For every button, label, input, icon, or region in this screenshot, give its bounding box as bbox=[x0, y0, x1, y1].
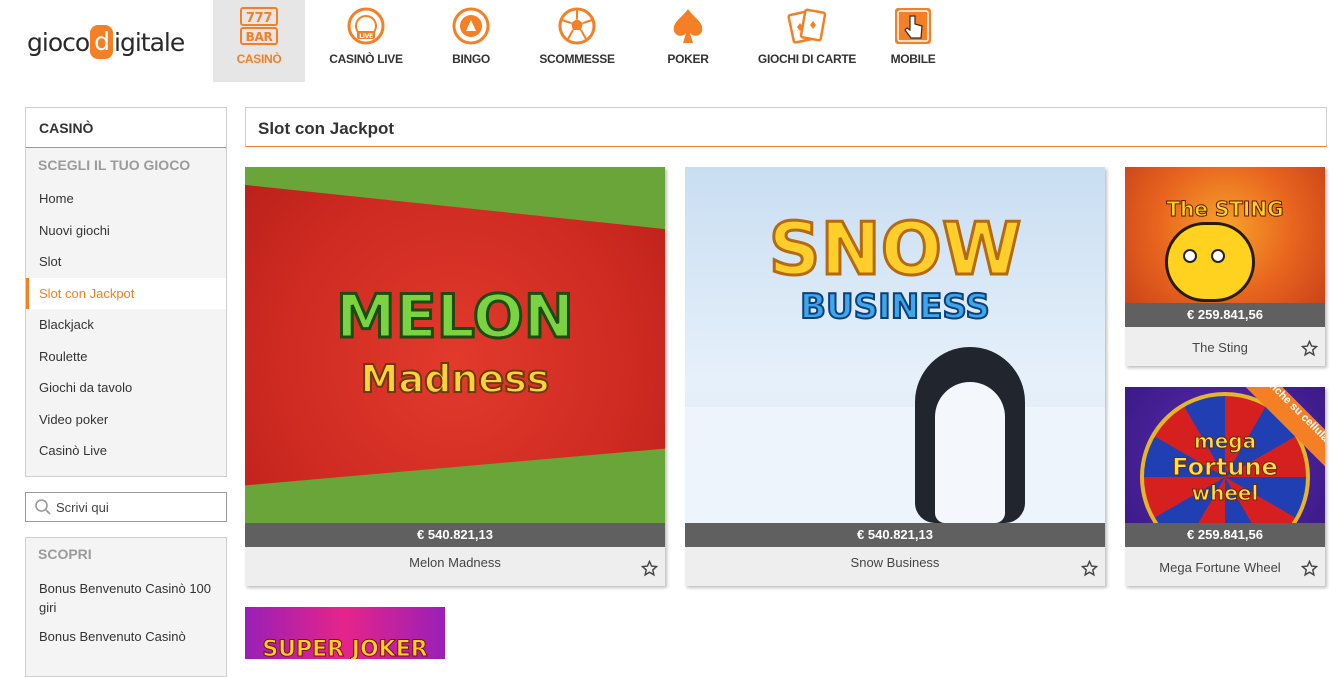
sidebar-item-roulette[interactable]: Roulette bbox=[26, 341, 226, 373]
nav-mobile[interactable]: MOBILE bbox=[877, 0, 949, 82]
game-name: The Sting bbox=[1192, 340, 1248, 355]
sidebar-item-slot-con-jackpot[interactable]: Slot con Jackpot bbox=[26, 277, 226, 309]
game-name: Mega Fortune Wheel bbox=[1159, 560, 1281, 575]
favorite-star-icon[interactable] bbox=[1300, 559, 1318, 577]
jackpot-value: € 259.841,56 bbox=[1125, 303, 1325, 327]
spade-icon bbox=[668, 6, 708, 46]
soccer-ball-icon bbox=[557, 6, 597, 46]
svg-text:LIVE: LIVE bbox=[359, 33, 373, 40]
sidebar-title: CASINÒ bbox=[26, 108, 226, 148]
jackpot-value: € 540.821,13 bbox=[245, 523, 665, 547]
live-chip-icon: LIVE bbox=[346, 6, 386, 46]
nav-bingo[interactable]: BINGO bbox=[427, 0, 515, 82]
sidebar-item-video-poker[interactable]: Video poker bbox=[26, 404, 226, 436]
game-name: Snow Business bbox=[850, 555, 940, 570]
game-art-melon-madness: MELON Madness bbox=[245, 167, 665, 523]
search-input[interactable] bbox=[56, 499, 216, 515]
snow-art-title: SNOW bbox=[767, 206, 1023, 293]
jackpot-value: € 259.841,56 bbox=[1125, 523, 1325, 547]
game-name: Melon Madness bbox=[409, 555, 501, 570]
slot-machine-icon: 777 BAR bbox=[239, 6, 279, 46]
svg-text:BAR: BAR bbox=[246, 30, 273, 44]
game-art-mega-fortune-wheel: mega Fortune wheel Anche su cellulare bbox=[1125, 387, 1325, 523]
sidebar-item-nuovi-giochi[interactable]: Nuovi giochi bbox=[26, 215, 226, 247]
nav-casino[interactable]: 777 BAR CASINÒ bbox=[213, 0, 305, 82]
search-icon bbox=[32, 496, 54, 518]
top-bar: gioco d igitale 777 BAR CASINÒ LIVE CASI… bbox=[0, 0, 1344, 82]
favorite-star-icon[interactable] bbox=[1300, 339, 1318, 357]
sidebar-item-slot[interactable]: Slot bbox=[26, 246, 226, 278]
game-tile-mega-fortune-wheel[interactable]: mega Fortune wheel Anche su cellulare € … bbox=[1125, 387, 1325, 586]
nav-scommesse[interactable]: SCOMMESSE bbox=[515, 0, 639, 82]
sidebar-item-casino-live[interactable]: Casinò Live bbox=[26, 435, 226, 467]
touch-icon bbox=[893, 6, 933, 46]
discover-item-bonus-100-giri[interactable]: Bonus Benvenuto Casinò 100 giri bbox=[26, 573, 226, 623]
game-art-super-joker: SUPER JOKER bbox=[245, 607, 445, 659]
joker-art-title: SUPER JOKER bbox=[262, 637, 428, 660]
game-tile-melon-madness[interactable]: MELON Madness € 540.821,13 Melon Madness bbox=[245, 167, 665, 586]
brand-logo[interactable]: gioco d igitale bbox=[27, 22, 185, 62]
sidebar-item-home[interactable]: Home bbox=[26, 183, 226, 215]
jackpot-value: € 540.821,13 bbox=[685, 523, 1105, 547]
svg-text:777: 777 bbox=[246, 11, 272, 26]
wheel-art-line3: wheel bbox=[1191, 481, 1259, 506]
game-art-snow-business: SNOW BUSINESS bbox=[685, 167, 1105, 523]
discover-item-bonus-benvenuto[interactable]: Bonus Benvenuto Casinò bbox=[26, 623, 226, 650]
bingo-ball-icon bbox=[451, 6, 491, 46]
sting-art-title: The STING bbox=[1166, 197, 1284, 222]
melon-art-title: MELON bbox=[334, 281, 575, 354]
melon-art-subtitle: Madness bbox=[360, 356, 551, 402]
game-art-the-sting: The STING bbox=[1125, 167, 1325, 303]
favorite-star-icon[interactable] bbox=[1080, 559, 1098, 577]
sidebar-casino: CASINÒ SCEGLI IL TUO GIOCO Home Nuovi gi… bbox=[25, 107, 227, 477]
sidebar-item-giochi-da-tavolo[interactable]: Giochi da tavolo bbox=[26, 372, 226, 404]
sidebar-discover: SCOPRI Bonus Benvenuto Casinò 100 giri B… bbox=[25, 537, 227, 677]
sidebar-section: SCEGLI IL TUO GIOCO Home Nuovi giochi Sl… bbox=[26, 148, 226, 476]
main-nav: 777 BAR CASINÒ LIVE CASINÒ LIVE BINGO SC… bbox=[213, 0, 949, 82]
search-box bbox=[25, 492, 227, 522]
favorite-star-icon[interactable] bbox=[640, 559, 658, 577]
cards-icon bbox=[787, 6, 827, 46]
game-tile-snow-business[interactable]: SNOW BUSINESS € 540.821,13 Snow Business bbox=[685, 167, 1105, 586]
page-title: Slot con Jackpot bbox=[245, 107, 1327, 147]
game-tile-the-sting[interactable]: The STING € 259.841,56 The Sting bbox=[1125, 167, 1325, 366]
game-tile-super-joker[interactable]: SUPER JOKER bbox=[245, 607, 445, 659]
discover-title: SCOPRI bbox=[38, 546, 92, 562]
nav-poker[interactable]: POKER bbox=[639, 0, 737, 82]
nav-casino-live[interactable]: LIVE CASINÒ LIVE bbox=[305, 0, 427, 82]
sidebar-section-title: SCEGLI IL TUO GIOCO bbox=[38, 157, 191, 173]
wheel-art-line2: Fortune bbox=[1172, 453, 1279, 482]
nav-giochi-di-carte[interactable]: GIOCHI DI CARTE bbox=[737, 0, 877, 82]
sidebar-item-blackjack[interactable]: Blackjack bbox=[26, 309, 226, 341]
snow-art-subtitle: BUSINESS bbox=[799, 286, 991, 328]
